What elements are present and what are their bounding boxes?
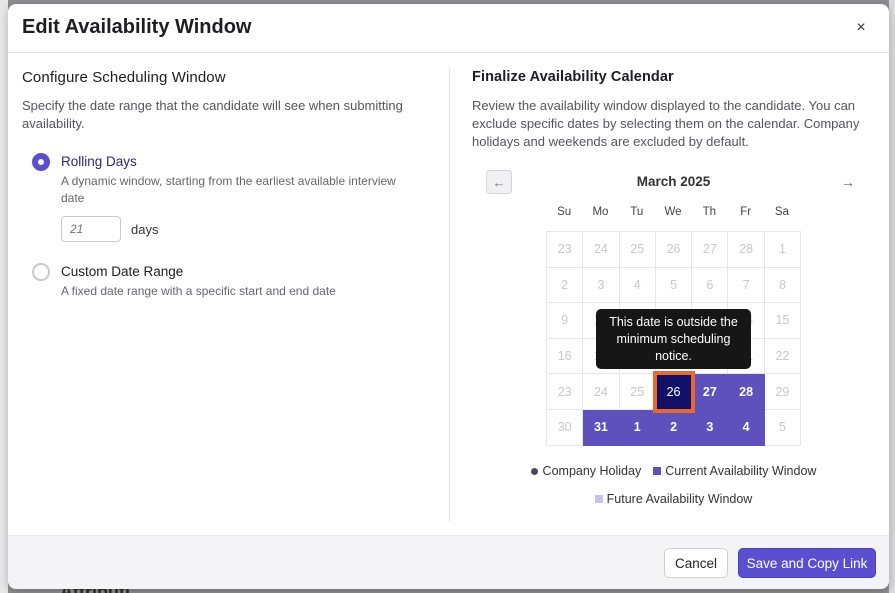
calendar-day-hovered[interactable]: 26 <box>652 371 696 413</box>
calendar-day[interactable]: 25 <box>619 374 656 410</box>
scheduling-window-title: Configure Scheduling Window <box>22 69 226 86</box>
edit-availability-modal: Edit Availability Window × Configure Sch… <box>8 4 889 589</box>
modal-body: Configure Scheduling Window Specify the … <box>8 53 889 535</box>
legend-company-holiday: Company Holiday <box>530 464 642 478</box>
calendar-day[interactable]: 1 <box>764 232 802 268</box>
option-custom-date-range[interactable]: Custom Date Range A fixed date range wit… <box>32 263 401 300</box>
calendar-day[interactable]: 4 <box>728 409 765 446</box>
calendar-day[interactable]: 1 <box>619 409 656 446</box>
calendar-day[interactable]: 5 <box>655 267 693 304</box>
background-app-left-edge <box>0 0 8 593</box>
calendar-day[interactable]: 4 <box>619 267 656 304</box>
legend-current-window: Current Availability Window <box>653 464 816 478</box>
calendar-day[interactable]: 3 <box>692 409 729 446</box>
modal-footer: Cancel Save and Copy Link <box>8 535 889 589</box>
weekday-label: We <box>664 206 682 218</box>
calendar-day[interactable]: 16 <box>547 338 584 375</box>
days-unit-label: days <box>131 221 159 237</box>
calendar-day[interactable]: 31 <box>583 409 620 446</box>
calendar-day[interactable]: 24 <box>583 232 620 268</box>
rolling-days-label[interactable]: Rolling Days <box>61 153 401 171</box>
column-divider <box>449 69 450 521</box>
legend-current-label: Current Availability Window <box>665 464 817 478</box>
option-rolling-days[interactable]: Rolling Days A dynamic window, starting … <box>32 153 401 207</box>
calendar-day[interactable]: 28 <box>728 374 765 410</box>
days-input[interactable] <box>61 216 121 242</box>
rolling-days-radio[interactable] <box>32 153 50 171</box>
calendar-day[interactable]: 30 <box>547 409 584 446</box>
arrow-right-icon[interactable]: → <box>838 171 858 193</box>
holiday-dot-icon <box>530 467 538 475</box>
legend-future-window: Future Availability Window <box>594 492 753 506</box>
calendar-legend: Company Holiday Current Availability Win… <box>472 461 875 509</box>
calendar-day[interactable]: 27 <box>692 232 729 268</box>
save-and-copy-link-button[interactable]: Save and Copy Link <box>738 548 876 578</box>
calendar-day[interactable]: 9 <box>547 303 584 339</box>
calendar-day[interactable]: 22 <box>764 338 802 375</box>
calendar-day[interactable]: 15 <box>764 303 802 339</box>
current-window-swatch-icon <box>653 467 662 475</box>
calendar-day[interactable]: 23 <box>547 374 584 410</box>
calendar-month-label: March 2025 <box>636 174 711 189</box>
legend-future-label: Future Availability Window <box>606 492 753 506</box>
modal-header: Edit Availability Window × <box>8 4 889 53</box>
legend-holiday-label: Company Holiday <box>542 464 642 478</box>
background-app-right-edge <box>889 0 895 593</box>
calendar-day[interactable]: 5 <box>764 409 802 446</box>
calendar-day[interactable]: 2 <box>655 409 693 446</box>
weekday-label: Fr <box>740 206 752 218</box>
weekday-label: Su <box>557 206 572 218</box>
calendar-day[interactable]: 25 <box>619 232 656 268</box>
calendar-day[interactable]: 28 <box>728 232 765 268</box>
calendar-weekday-header: Su Mo Tu We Th Fr Sa <box>546 206 800 218</box>
calendar-day[interactable]: 23 <box>547 232 584 268</box>
calendar-day[interactable]: 2 <box>547 267 584 304</box>
calendar-day[interactable]: 24 <box>583 374 620 410</box>
calendar-day[interactable]: 29 <box>764 374 802 410</box>
future-window-swatch-icon <box>594 495 603 503</box>
close-icon[interactable]: × <box>851 18 871 38</box>
custom-date-range-radio[interactable] <box>32 263 50 281</box>
days-field: days <box>61 216 158 242</box>
cancel-button[interactable]: Cancel <box>664 548 728 578</box>
weekday-label: Tu <box>630 206 644 218</box>
calendar-day[interactable]: 27 <box>692 374 729 410</box>
availability-calendar-description: Review the availability window displayed… <box>472 98 860 149</box>
calendar-day[interactable]: 8 <box>764 267 802 304</box>
custom-date-range-label[interactable]: Custom Date Range <box>61 263 401 281</box>
weekday-label: Mo <box>592 206 609 218</box>
modal-title: Edit Availability Window <box>22 16 252 38</box>
availability-calendar-title: Finalize Availability Calendar <box>472 69 674 85</box>
weekday-label: Th <box>702 206 717 218</box>
calendar-day[interactable]: 3 <box>583 267 620 304</box>
calendar-day[interactable]: 6 <box>692 267 729 304</box>
rolling-days-help: A dynamic window, starting from the earl… <box>61 174 396 205</box>
custom-date-range-help: A fixed date range with a specific start… <box>61 284 336 298</box>
calendar-day[interactable]: 26 <box>655 232 693 268</box>
scheduling-window-description: Specify the date range that the candidat… <box>22 98 403 131</box>
weekday-label: Sa <box>774 206 789 218</box>
date-tooltip: This date is outside the minimum schedul… <box>596 309 751 369</box>
calendar-day[interactable]: 7 <box>728 267 765 304</box>
